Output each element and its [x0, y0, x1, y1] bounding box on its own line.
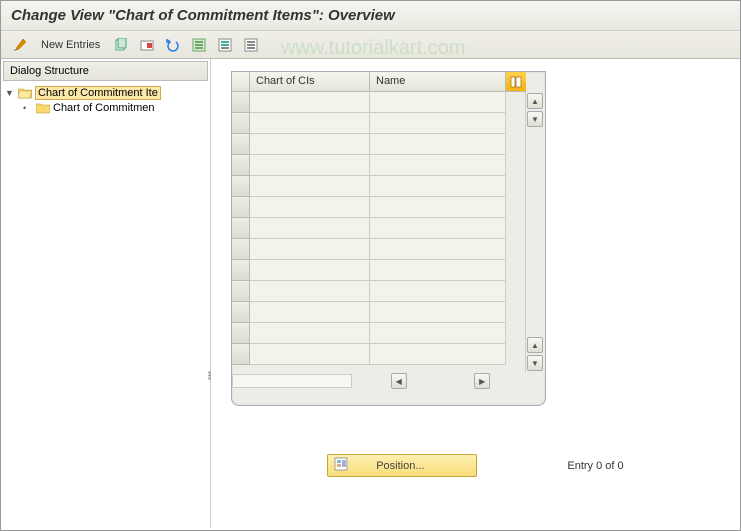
toolbar: New Entries: [1, 31, 740, 59]
grid-column-chart-of-cis[interactable]: Chart of CIs: [250, 72, 370, 92]
table-row[interactable]: [232, 197, 525, 218]
grid-cell[interactable]: [250, 281, 370, 302]
row-selector[interactable]: [232, 323, 250, 344]
row-selector[interactable]: [232, 197, 250, 218]
grid-body: ▲ ▼ ▲ ▼: [232, 92, 545, 372]
tree-item-chart-commitment-items[interactable]: ▼ Chart of Commitment Ite: [5, 85, 206, 101]
scroll-down-icon[interactable]: ▼: [527, 111, 543, 127]
grid-cell[interactable]: [370, 176, 506, 197]
scroll-track[interactable]: [232, 374, 352, 388]
folder-closed-icon: [36, 102, 50, 114]
scroll-up-icon[interactable]: ▲: [527, 337, 543, 353]
position-button-label: Position...: [354, 460, 446, 472]
table-row[interactable]: [232, 113, 525, 134]
grid-configure-icon[interactable]: [506, 72, 526, 92]
table-row[interactable]: [232, 155, 525, 176]
position-icon: [334, 457, 348, 474]
content-area: Dialog Structure ▼ Chart of Commitment I…: [1, 59, 740, 528]
table-row[interactable]: [232, 176, 525, 197]
tree: ▼ Chart of Commitment Ite • Chart of Com…: [3, 81, 208, 119]
row-selector[interactable]: [232, 176, 250, 197]
table-row[interactable]: [232, 260, 525, 281]
table-row[interactable]: [232, 302, 525, 323]
row-selector[interactable]: [232, 92, 250, 113]
row-selector[interactable]: [232, 155, 250, 176]
grid-cell[interactable]: [370, 302, 506, 323]
position-button[interactable]: Position...: [327, 454, 477, 477]
scroll-right-icon[interactable]: ▶: [474, 373, 490, 389]
row-selector[interactable]: [232, 239, 250, 260]
grid-header-row: Chart of CIs Name: [232, 72, 545, 92]
grid-cell[interactable]: [370, 260, 506, 281]
entry-counter: Entry 0 of 0: [567, 460, 623, 472]
grid-cell[interactable]: [250, 134, 370, 155]
grid-rows: [232, 92, 525, 372]
row-selector[interactable]: [232, 134, 250, 155]
table-row[interactable]: [232, 92, 525, 113]
scroll-left-icon[interactable]: ◀: [391, 373, 407, 389]
scroll-up-icon[interactable]: ▲: [527, 93, 543, 109]
grid-cell[interactable]: [250, 155, 370, 176]
dialog-structure-sidebar: Dialog Structure ▼ Chart of Commitment I…: [1, 59, 211, 528]
select-all-icon[interactable]: [188, 35, 210, 55]
grid-cell[interactable]: [370, 113, 506, 134]
grid-cell[interactable]: [370, 197, 506, 218]
grid-cell[interactable]: [370, 281, 506, 302]
table-row[interactable]: [232, 344, 525, 365]
delete-icon[interactable]: [136, 35, 158, 55]
scroll-down-icon[interactable]: ▼: [527, 355, 543, 371]
sidebar-header: Dialog Structure: [3, 61, 208, 81]
row-selector[interactable]: [232, 302, 250, 323]
grid-cell[interactable]: [370, 218, 506, 239]
grid-cell[interactable]: [370, 134, 506, 155]
main-area: Chart of CIs Name: [211, 59, 740, 528]
table-row[interactable]: [232, 239, 525, 260]
grid-cell[interactable]: [370, 323, 506, 344]
row-selector[interactable]: [232, 344, 250, 365]
grid-cell[interactable]: [370, 239, 506, 260]
select-block-icon[interactable]: [214, 35, 236, 55]
grid-cell[interactable]: [250, 113, 370, 134]
leaf-bullet-icon: •: [23, 103, 33, 113]
table-row[interactable]: [232, 323, 525, 344]
grid-cell[interactable]: [250, 302, 370, 323]
tree-item-chart-commitment-child[interactable]: • Chart of Commitmen: [5, 101, 206, 115]
toggle-display-change-icon[interactable]: [9, 35, 31, 55]
table-row[interactable]: [232, 134, 525, 155]
grid-cell[interactable]: [250, 239, 370, 260]
folder-open-icon: [18, 87, 32, 99]
deselect-all-icon[interactable]: [240, 35, 262, 55]
grid-cell[interactable]: [250, 260, 370, 281]
table-row[interactable]: [232, 218, 525, 239]
grid-cell[interactable]: [370, 344, 506, 365]
horizontal-scrollbar[interactable]: ◀ ▶: [232, 372, 545, 390]
grid-cell[interactable]: [250, 218, 370, 239]
vertical-scrollbar[interactable]: ▲ ▼ ▲ ▼: [525, 92, 545, 372]
copy-as-icon[interactable]: [110, 35, 132, 55]
grid-select-all-corner[interactable]: [232, 72, 250, 92]
grid-cell[interactable]: [250, 197, 370, 218]
row-selector[interactable]: [232, 281, 250, 302]
grid-column-name[interactable]: Name: [370, 72, 506, 92]
row-selector[interactable]: [232, 218, 250, 239]
grid-cell[interactable]: [370, 92, 506, 113]
tree-item-label: Chart of Commitment Ite: [35, 86, 161, 100]
data-grid: Chart of CIs Name: [231, 71, 546, 406]
row-selector[interactable]: [232, 260, 250, 281]
grid-cell[interactable]: [250, 176, 370, 197]
expand-toggle-icon[interactable]: ▼: [5, 88, 15, 98]
grid-cell[interactable]: [250, 92, 370, 113]
grid-cell[interactable]: [250, 323, 370, 344]
undo-icon[interactable]: [162, 35, 184, 55]
page-title: Change View "Chart of Commitment Items":…: [1, 1, 740, 31]
grid-cell[interactable]: [370, 155, 506, 176]
new-entries-button[interactable]: New Entries: [35, 37, 106, 53]
tree-item-label: Chart of Commitmen: [53, 102, 154, 114]
row-selector[interactable]: [232, 113, 250, 134]
table-row[interactable]: [232, 281, 525, 302]
footer-bar: Position... Entry 0 of 0: [211, 454, 740, 477]
grid-cell[interactable]: [250, 344, 370, 365]
